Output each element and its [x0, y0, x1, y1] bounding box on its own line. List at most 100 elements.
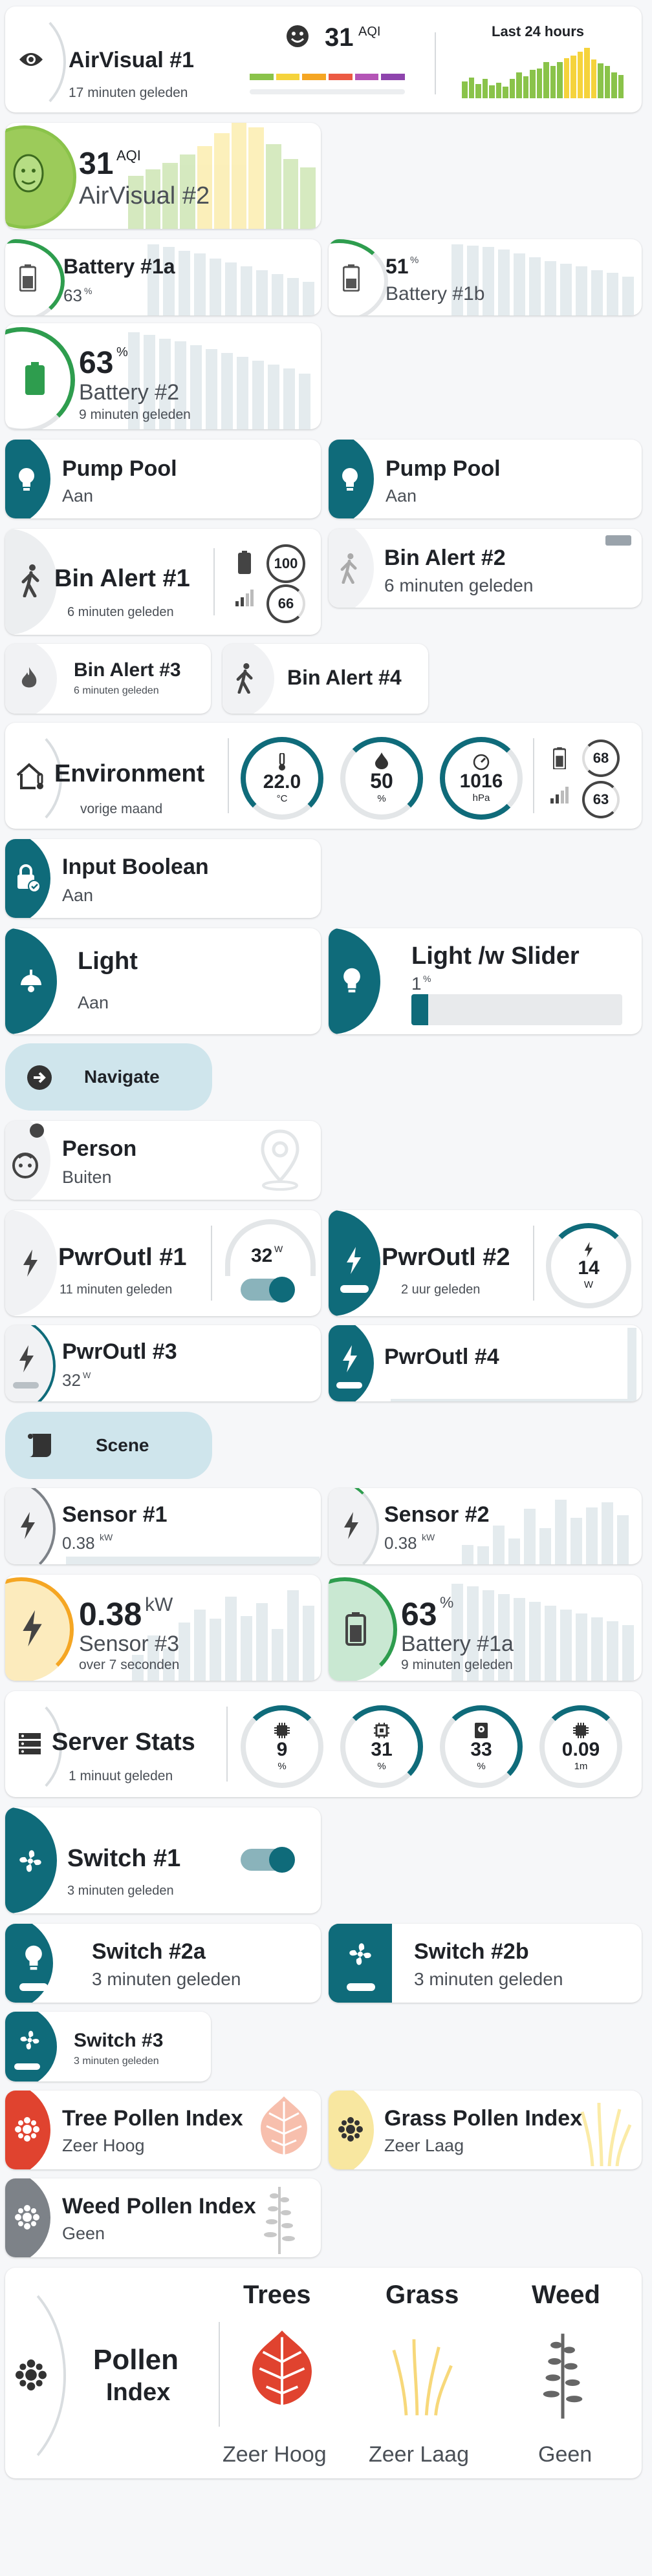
- cpu-value: 9: [276, 1738, 288, 1760]
- sensor3-unit: kW: [145, 1594, 173, 1615]
- pollen-index-divider: [219, 2322, 220, 2427]
- pwroutl1-unit: W: [274, 1244, 283, 1254]
- pump2-name: Pump Pool: [386, 456, 501, 481]
- pwroutl1-card[interactable]: PwrOutl #1 11 minuten geleden 32 W: [5, 1210, 321, 1316]
- weedpollen-state: Geen: [62, 2224, 105, 2243]
- pwroutl3-card[interactable]: PwrOutl #3 32 W: [5, 1325, 321, 1401]
- flash-icon: [344, 1246, 364, 1275]
- person-state: Buiten: [62, 1167, 112, 1187]
- battery2-card[interactable]: 63 % Battery #2 9 minuten geleden: [5, 323, 321, 429]
- sensor1-value: 0.38: [62, 1533, 95, 1553]
- airvisual2-card[interactable]: 31 AQI AirVisual #2: [5, 123, 321, 229]
- pwroutl2-divider: [533, 1226, 534, 1301]
- serverstats-card[interactable]: Server Stats 1 minuut geleden 9 % 31 % 3…: [5, 1691, 642, 1797]
- memory-ring: 31 %: [340, 1705, 423, 1788]
- smiley-icon: [285, 23, 310, 49]
- flash-icon: [19, 1610, 45, 1647]
- environment-card[interactable]: Environment vorige maand 22.0 °C 50 % 10…: [5, 723, 642, 829]
- airvisual1-card[interactable]: AirVisual #1 17 minuten geleden 31 AQI L…: [5, 6, 642, 112]
- battery2-value: 63: [79, 346, 114, 380]
- sensor1-card[interactable]: Sensor #1 0.38 kW: [5, 1488, 321, 1564]
- pwroutl2-toggle-mini: [340, 1285, 369, 1293]
- battery1a-value: 63: [63, 286, 82, 305]
- binalert1-updated: 6 minuten geleden: [67, 605, 174, 619]
- account-lock-icon: [14, 864, 41, 893]
- binalert2-updated: 6 minuten geleden: [384, 575, 534, 595]
- grasspollen-card[interactable]: Grass Pollen Index Zeer Laag: [329, 2091, 642, 2169]
- pwroutl4-card[interactable]: PwrOutl #4: [329, 1325, 642, 1401]
- sensor2-card[interactable]: Sensor #2 0.38 kW: [329, 1488, 642, 1564]
- treepollen-card[interactable]: Tree Pollen Index Zeer Hoog: [5, 2091, 321, 2169]
- battery1a-unit: %: [84, 286, 92, 296]
- binalert1-battery-value: 100: [274, 555, 298, 571]
- binalert2-card[interactable]: Bin Alert #2 6 minuten geleden: [329, 529, 642, 608]
- environment-divider-1: [228, 738, 229, 813]
- inputboolean-card[interactable]: Input Boolean Aan: [5, 839, 321, 918]
- pump-pool-card-2[interactable]: Pump Pool Aan: [329, 440, 642, 518]
- sensor3-updated: over 7 seconden: [79, 1657, 180, 1672]
- weed-label: Weed: [532, 2281, 600, 2309]
- lightslider-unit: %: [423, 974, 431, 984]
- leaf-icon: [242, 2319, 322, 2429]
- pressure-value: 1016: [459, 770, 503, 792]
- binalert1-name: Bin Alert #1: [54, 565, 190, 592]
- grass-label: Grass: [386, 2281, 459, 2309]
- gauge-icon: [473, 754, 490, 770]
- switch2b-card[interactable]: Switch #2b 3 minuten geleden: [329, 1924, 642, 2003]
- pwroutl4-history-chart: [391, 1392, 627, 1401]
- lightslider-card[interactable]: Light /w Slider 1 %: [329, 928, 642, 1034]
- environment-name: Environment: [54, 760, 205, 787]
- binalert2-name: Bin Alert #2: [384, 546, 506, 570]
- pump-pool-card-1[interactable]: Pump Pool Aan: [5, 440, 321, 518]
- binalert4-card[interactable]: Bin Alert #4: [223, 644, 428, 714]
- person-card[interactable]: Person Buiten: [5, 1121, 321, 1200]
- load-unit: 1m: [574, 1760, 588, 1772]
- switch3-card[interactable]: Switch #3 3 minuten geleden: [5, 2012, 211, 2081]
- binalert1-card[interactable]: Bin Alert #1 6 minuten geleden 100 66: [5, 529, 321, 635]
- navigate-button[interactable]: Navigate: [5, 1043, 212, 1111]
- switch1-updated: 3 minuten geleden: [67, 1884, 174, 1898]
- binalert3-card[interactable]: Bin Alert #3 6 minuten geleden: [5, 644, 211, 714]
- environment-battery-ring: 68: [582, 740, 620, 777]
- flash-icon: [21, 1249, 40, 1277]
- sensor3-value: 0.38: [79, 1596, 142, 1632]
- battery1a-big-card[interactable]: 63 % Battery #1a 9 minuten geleden: [329, 1575, 642, 1681]
- switch2a-card[interactable]: Switch #2a 3 minuten geleden: [5, 1924, 321, 2003]
- pwroutl1-name: PwrOutl #1: [58, 1244, 187, 1271]
- temperature-ring: 22.0 °C: [241, 737, 323, 820]
- pwroutl4-chart-tail: [627, 1328, 636, 1401]
- environment-battery-value: 68: [592, 750, 609, 766]
- serverstats-updated: 1 minuut geleden: [69, 1769, 173, 1783]
- airvisual1-divider: [435, 32, 436, 94]
- pwroutl2-card[interactable]: PwrOutl #2 2 uur geleden 14 W: [329, 1210, 642, 1316]
- pwroutl3-value: 32: [62, 1370, 81, 1390]
- battery1a-card[interactable]: Battery #1a 63 %: [5, 239, 321, 315]
- cpu-unit: %: [277, 1760, 287, 1772]
- pwroutl1-toggle[interactable]: [241, 1277, 295, 1303]
- light-card[interactable]: Light Aan: [5, 928, 321, 1034]
- humidity-unit: %: [377, 793, 386, 804]
- sensor3-card[interactable]: 0.38 kW Sensor #3 over 7 seconden: [5, 1575, 321, 1681]
- aqi-scale-track: [250, 89, 405, 94]
- inputboolean-name: Input Boolean: [62, 855, 209, 879]
- pressure-unit: hPa: [472, 792, 490, 804]
- brightness-slider[interactable]: [411, 994, 622, 1025]
- fan-icon: [16, 1846, 45, 1876]
- water-percent-icon: [375, 752, 388, 769]
- battery1b-card[interactable]: 51 % Battery #1b: [329, 239, 642, 315]
- airvisual2-unit: AQI: [116, 147, 141, 164]
- switch1-toggle[interactable]: [241, 1847, 295, 1873]
- pwroutl3-unit: W: [83, 1370, 91, 1380]
- weed-state: Geen: [538, 2442, 592, 2467]
- navigate-label: Navigate: [84, 1067, 160, 1087]
- pollen-index-card[interactable]: Pollen Index Trees Zeer Hoog Grass Zeer …: [5, 2268, 642, 2478]
- scene-button[interactable]: Scene: [5, 1412, 212, 1479]
- server-icon: [17, 1731, 43, 1757]
- cpu-ring: 9 %: [241, 1705, 323, 1788]
- switch2b-updated: 3 minuten geleden: [414, 1969, 563, 1989]
- humidity-ring: 50 %: [340, 737, 423, 820]
- serverstats-divider: [226, 1707, 228, 1782]
- battery2-name: Battery #2: [79, 380, 179, 405]
- switch1-card[interactable]: Switch #1 3 minuten geleden: [5, 1807, 321, 1913]
- weedpollen-card[interactable]: Weed Pollen Index Geen: [5, 2178, 321, 2257]
